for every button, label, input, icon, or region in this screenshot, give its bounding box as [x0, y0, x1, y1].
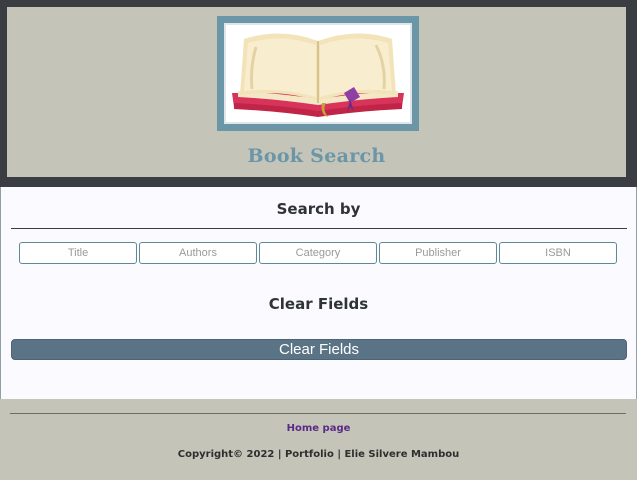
copyright-text: Copyright© 2022 | Portfolio | Elie Silve… — [177, 449, 460, 460]
clear-fields-heading: Clear Fields — [268, 295, 369, 313]
publisher-input[interactable] — [379, 242, 497, 264]
divider — [11, 228, 627, 229]
home-page-link[interactable]: Home page — [0, 423, 637, 434]
site-header: Book Search — [7, 7, 626, 177]
authors-input[interactable] — [139, 242, 257, 264]
site-footer: Home page Copyright© 2022 | Portfolio | … — [0, 399, 637, 480]
main-content: Search by Clear Fields Clear Fields — [0, 187, 637, 399]
category-input[interactable] — [259, 242, 377, 264]
site-title: Book Search — [247, 145, 386, 167]
logo-image — [224, 23, 412, 124]
open-book-icon — [232, 33, 404, 117]
search-fields — [19, 242, 620, 264]
logo-frame — [217, 16, 419, 131]
clear-fields-button[interactable]: Clear Fields — [11, 339, 627, 360]
isbn-input[interactable] — [499, 242, 617, 264]
footer-divider — [10, 413, 626, 414]
title-input[interactable] — [19, 242, 137, 264]
search-by-heading: Search by — [276, 200, 361, 218]
